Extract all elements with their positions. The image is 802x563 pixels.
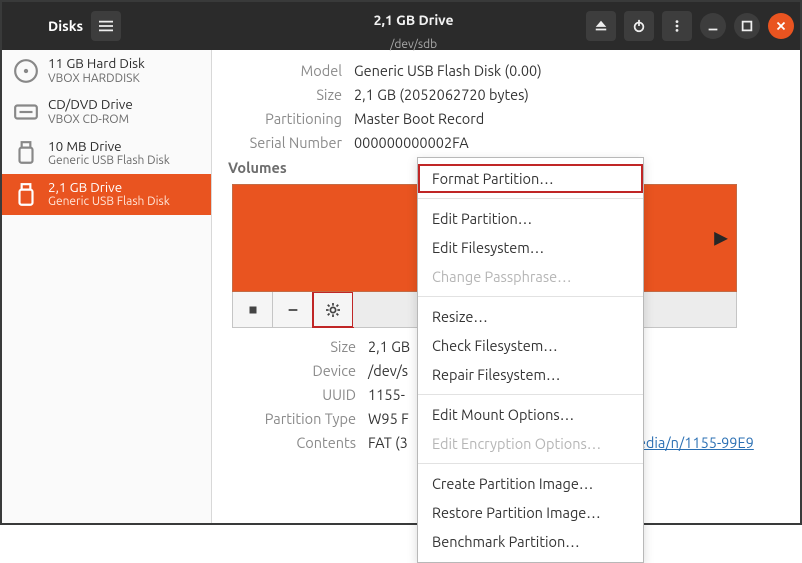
- hdd-icon: [12, 57, 40, 85]
- label-vol-device: Device: [232, 362, 356, 379]
- drive-name: 10 MB Drive: [48, 139, 170, 155]
- mount-point-link[interactable]: edia/n/1155-99E9: [638, 434, 754, 451]
- eject-button[interactable]: [586, 11, 616, 41]
- menu-edit-encryption-options: Edit Encryption Options…: [418, 429, 643, 458]
- maximize-button[interactable]: [734, 13, 760, 39]
- drive-desc: Generic USB Flash Disk: [48, 195, 170, 209]
- menu-edit-partition[interactable]: Edit Partition…: [418, 204, 643, 233]
- play-icon: ▶: [714, 228, 728, 249]
- menu-separator: [418, 296, 643, 297]
- drive-item-usb-small[interactable]: 10 MB Drive Generic USB Flash Disk: [2, 133, 211, 174]
- label-vol-size: Size: [232, 338, 356, 355]
- menu-separator: [418, 463, 643, 464]
- label-vol-contents: Contents: [232, 434, 356, 451]
- menu-separator: [418, 394, 643, 395]
- menu-check-filesystem[interactable]: Check Filesystem…: [418, 331, 643, 360]
- label-model: Model: [232, 62, 342, 79]
- app-window: Disks 2,1 GB Drive /dev/sdb 11 GB Hard D…: [0, 0, 802, 525]
- drive-desc: VBOX CD-ROM: [48, 113, 133, 127]
- label-size: Size: [232, 86, 342, 103]
- menu-create-partition-image[interactable]: Create Partition Image…: [418, 469, 643, 498]
- drive-sidebar: 11 GB Hard Disk VBOX HARDDISK CD/DVD Dri…: [2, 50, 212, 523]
- label-vol-uuid: UUID: [232, 386, 356, 403]
- drive-menu-button[interactable]: [662, 11, 692, 41]
- volume-options-button[interactable]: [313, 292, 353, 327]
- delete-partition-button[interactable]: [273, 292, 313, 327]
- menu-separator: [418, 198, 643, 199]
- power-button[interactable]: [624, 11, 654, 41]
- minimize-button[interactable]: [700, 13, 726, 39]
- value-model: Generic USB Flash Disk (0.00): [354, 62, 780, 79]
- menu-edit-filesystem[interactable]: Edit Filesystem…: [418, 233, 643, 262]
- close-button[interactable]: [768, 13, 794, 39]
- menu-change-passphrase: Change Passphrase…: [418, 262, 643, 291]
- menu-repair-filesystem[interactable]: Repair Filesystem…: [418, 360, 643, 389]
- app-name: Disks: [8, 18, 83, 34]
- label-partitioning: Partitioning: [232, 110, 342, 127]
- hamburger-menu-button[interactable]: [91, 11, 121, 41]
- drive-desc: VBOX HARDDISK: [48, 72, 145, 86]
- drive-name: CD/DVD Drive: [48, 97, 133, 113]
- menu-edit-mount-options[interactable]: Edit Mount Options…: [418, 400, 643, 429]
- drive-name: 11 GB Hard Disk: [48, 56, 145, 72]
- titlebar: Disks 2,1 GB Drive /dev/sdb: [2, 2, 800, 50]
- menu-resize[interactable]: Resize…: [418, 302, 643, 331]
- drive-item-hdd[interactable]: 11 GB Hard Disk VBOX HARDDISK: [2, 50, 211, 91]
- drive-item-cdrom[interactable]: CD/DVD Drive VBOX CD-ROM: [2, 91, 211, 132]
- value-partitioning: Master Boot Record: [354, 110, 780, 127]
- unmount-button[interactable]: [233, 292, 273, 327]
- label-vol-ptype: Partition Type: [232, 410, 356, 427]
- menu-format-partition[interactable]: Format Partition…: [418, 164, 643, 193]
- drive-name: 2,1 GB Drive: [48, 180, 170, 196]
- value-size: 2,1 GB (2052062720 bytes): [354, 86, 780, 103]
- value-serial: 000000000002FA: [354, 134, 780, 151]
- cd-icon: [12, 98, 40, 126]
- usb-icon: [12, 139, 40, 167]
- drive-desc: Generic USB Flash Disk: [48, 154, 170, 168]
- usb-icon: [12, 181, 40, 209]
- volume-options-menu: Format Partition… Edit Partition… Edit F…: [417, 157, 644, 563]
- menu-benchmark-partition[interactable]: Benchmark Partition…: [418, 527, 643, 556]
- drive-item-usb-selected[interactable]: 2,1 GB Drive Generic USB Flash Disk: [2, 174, 211, 215]
- menu-restore-partition-image[interactable]: Restore Partition Image…: [418, 498, 643, 527]
- label-serial: Serial Number: [232, 134, 342, 151]
